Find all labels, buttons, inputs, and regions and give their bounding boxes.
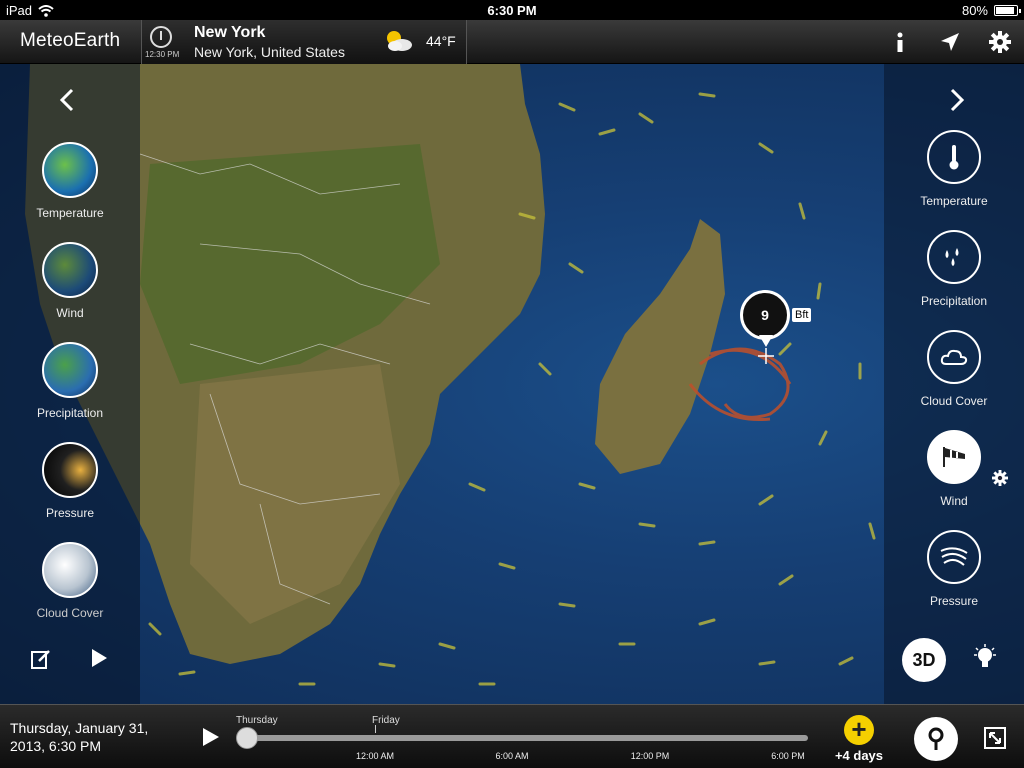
- play-icon[interactable]: [90, 648, 108, 668]
- layer-label: Temperature: [36, 206, 104, 220]
- top-bar: MeteoEarth 12:30 PM New York New York, U…: [0, 20, 1024, 64]
- layer-label: Wind: [940, 494, 968, 508]
- layer-temperature[interactable]: Temperature: [0, 142, 140, 220]
- right-layer-wind[interactable]: Wind: [884, 430, 1024, 508]
- gear-icon[interactable]: [986, 28, 1014, 56]
- battery-percent: 80%: [961, 3, 988, 18]
- clock-icon: [150, 26, 172, 48]
- right-layer-cloud-cover[interactable]: Cloud Cover: [884, 330, 1024, 408]
- timeline-scrubber[interactable]: [236, 727, 258, 749]
- wind-value-marker[interactable]: 9 Bft: [740, 290, 812, 364]
- location-city: New York: [194, 24, 266, 41]
- location-pin-button[interactable]: [914, 717, 958, 761]
- edit-icon[interactable]: [30, 648, 52, 670]
- status-bar: iPad 6:30 PM 80%: [0, 0, 1024, 20]
- madagascar-landmass: [595, 219, 725, 474]
- status-right: 80%: [961, 3, 1021, 18]
- layer-label: Wind: [56, 306, 84, 320]
- wind-settings-gear-icon[interactable]: [992, 470, 1008, 486]
- layer-cloud-cover[interactable]: Cloud Cover: [0, 542, 140, 620]
- raindrops-icon: [927, 230, 981, 284]
- right-layer-precipitation[interactable]: Precipitation: [884, 230, 1024, 308]
- chevron-left-icon[interactable]: [58, 88, 78, 112]
- add-days-button[interactable]: + +4 days: [826, 715, 892, 763]
- temperature-globe-thumb: [42, 142, 98, 198]
- timeline-play-icon[interactable]: [200, 727, 220, 747]
- location-arrow-icon[interactable]: [936, 28, 964, 56]
- marker-value: 9: [740, 290, 790, 340]
- right-layer-pressure[interactable]: Pressure: [884, 530, 1024, 608]
- right-layer-temperature[interactable]: Temperature: [884, 130, 1024, 208]
- layer-label: Cloud Cover: [920, 394, 988, 408]
- cloud-icon: [927, 330, 981, 384]
- view-3d-button[interactable]: 3D: [902, 638, 946, 682]
- timeline-bar: Thursday, January 31, 2013, 6:30 PM Thur…: [0, 704, 1024, 768]
- layer-label: Precipitation: [920, 294, 988, 308]
- layer-wind[interactable]: Wind: [0, 242, 140, 320]
- date-line-1: Thursday, January 31,: [10, 720, 149, 736]
- tick-mark: [375, 725, 376, 733]
- add-days-label: +4 days: [834, 748, 884, 763]
- left-layer-panel: Temperature Wind Precipitation Pressure …: [0, 64, 140, 704]
- top-icons: [886, 28, 1014, 56]
- precipitation-globe-thumb: [42, 342, 98, 398]
- location-country: New York, United States: [194, 44, 345, 60]
- fullscreen-icon[interactable]: [984, 727, 1006, 749]
- thermometer-icon: [927, 130, 981, 184]
- location-pin-icon: [928, 727, 944, 750]
- pressure-globe-thumb: [42, 442, 98, 498]
- lightbulb-icon[interactable]: [974, 644, 996, 674]
- weather-map[interactable]: [0, 64, 1024, 704]
- app-title: MeteoEarth: [20, 30, 121, 51]
- map-graphic: [25, 64, 876, 686]
- wind-globe-thumb: [42, 242, 98, 298]
- layer-label: Cloud Cover: [36, 606, 104, 620]
- layer-label: Pressure: [929, 594, 979, 608]
- windsock-icon: [927, 430, 981, 484]
- date-line-2: 2013, 6:30 PM: [10, 738, 102, 754]
- layer-pressure[interactable]: Pressure: [0, 442, 140, 520]
- isobars-icon: [927, 530, 981, 584]
- day-label: Thursday: [236, 715, 278, 726]
- layer-label: Precipitation: [36, 406, 104, 420]
- partly-cloudy-icon: [387, 31, 412, 51]
- timeline-track[interactable]: [238, 735, 808, 741]
- cloud-cover-globe-thumb: [42, 542, 98, 598]
- right-layer-panel: Temperature Precipitation Cloud Cover Wi…: [884, 64, 1024, 704]
- crosshair-icon: [758, 348, 774, 364]
- tick-label: 12:00 PM: [630, 751, 670, 761]
- location-time: 12:30 PM: [145, 50, 180, 59]
- marker-pointer: [759, 335, 773, 347]
- plus-icon: +: [844, 715, 874, 745]
- day-label: Friday: [372, 715, 400, 726]
- current-date: Thursday, January 31, 2013, 6:30 PM: [10, 719, 180, 755]
- battery-icon: [994, 5, 1021, 16]
- layer-label: Pressure: [45, 506, 95, 520]
- marker-unit: Bft: [792, 308, 812, 322]
- chevron-right-icon[interactable]: [946, 88, 966, 112]
- tick-label: 6:00 PM: [771, 751, 805, 761]
- layer-precipitation[interactable]: Precipitation: [0, 342, 140, 420]
- tick-label: 6:00 AM: [495, 751, 529, 761]
- location-temperature: 44°F: [426, 33, 456, 49]
- info-icon[interactable]: [886, 28, 914, 56]
- location-card[interactable]: 12:30 PM New York New York, United State…: [141, 20, 467, 64]
- layer-label: Temperature: [920, 194, 988, 208]
- tick-label: 12:00 AM: [355, 751, 395, 761]
- status-time: 6:30 PM: [487, 3, 537, 18]
